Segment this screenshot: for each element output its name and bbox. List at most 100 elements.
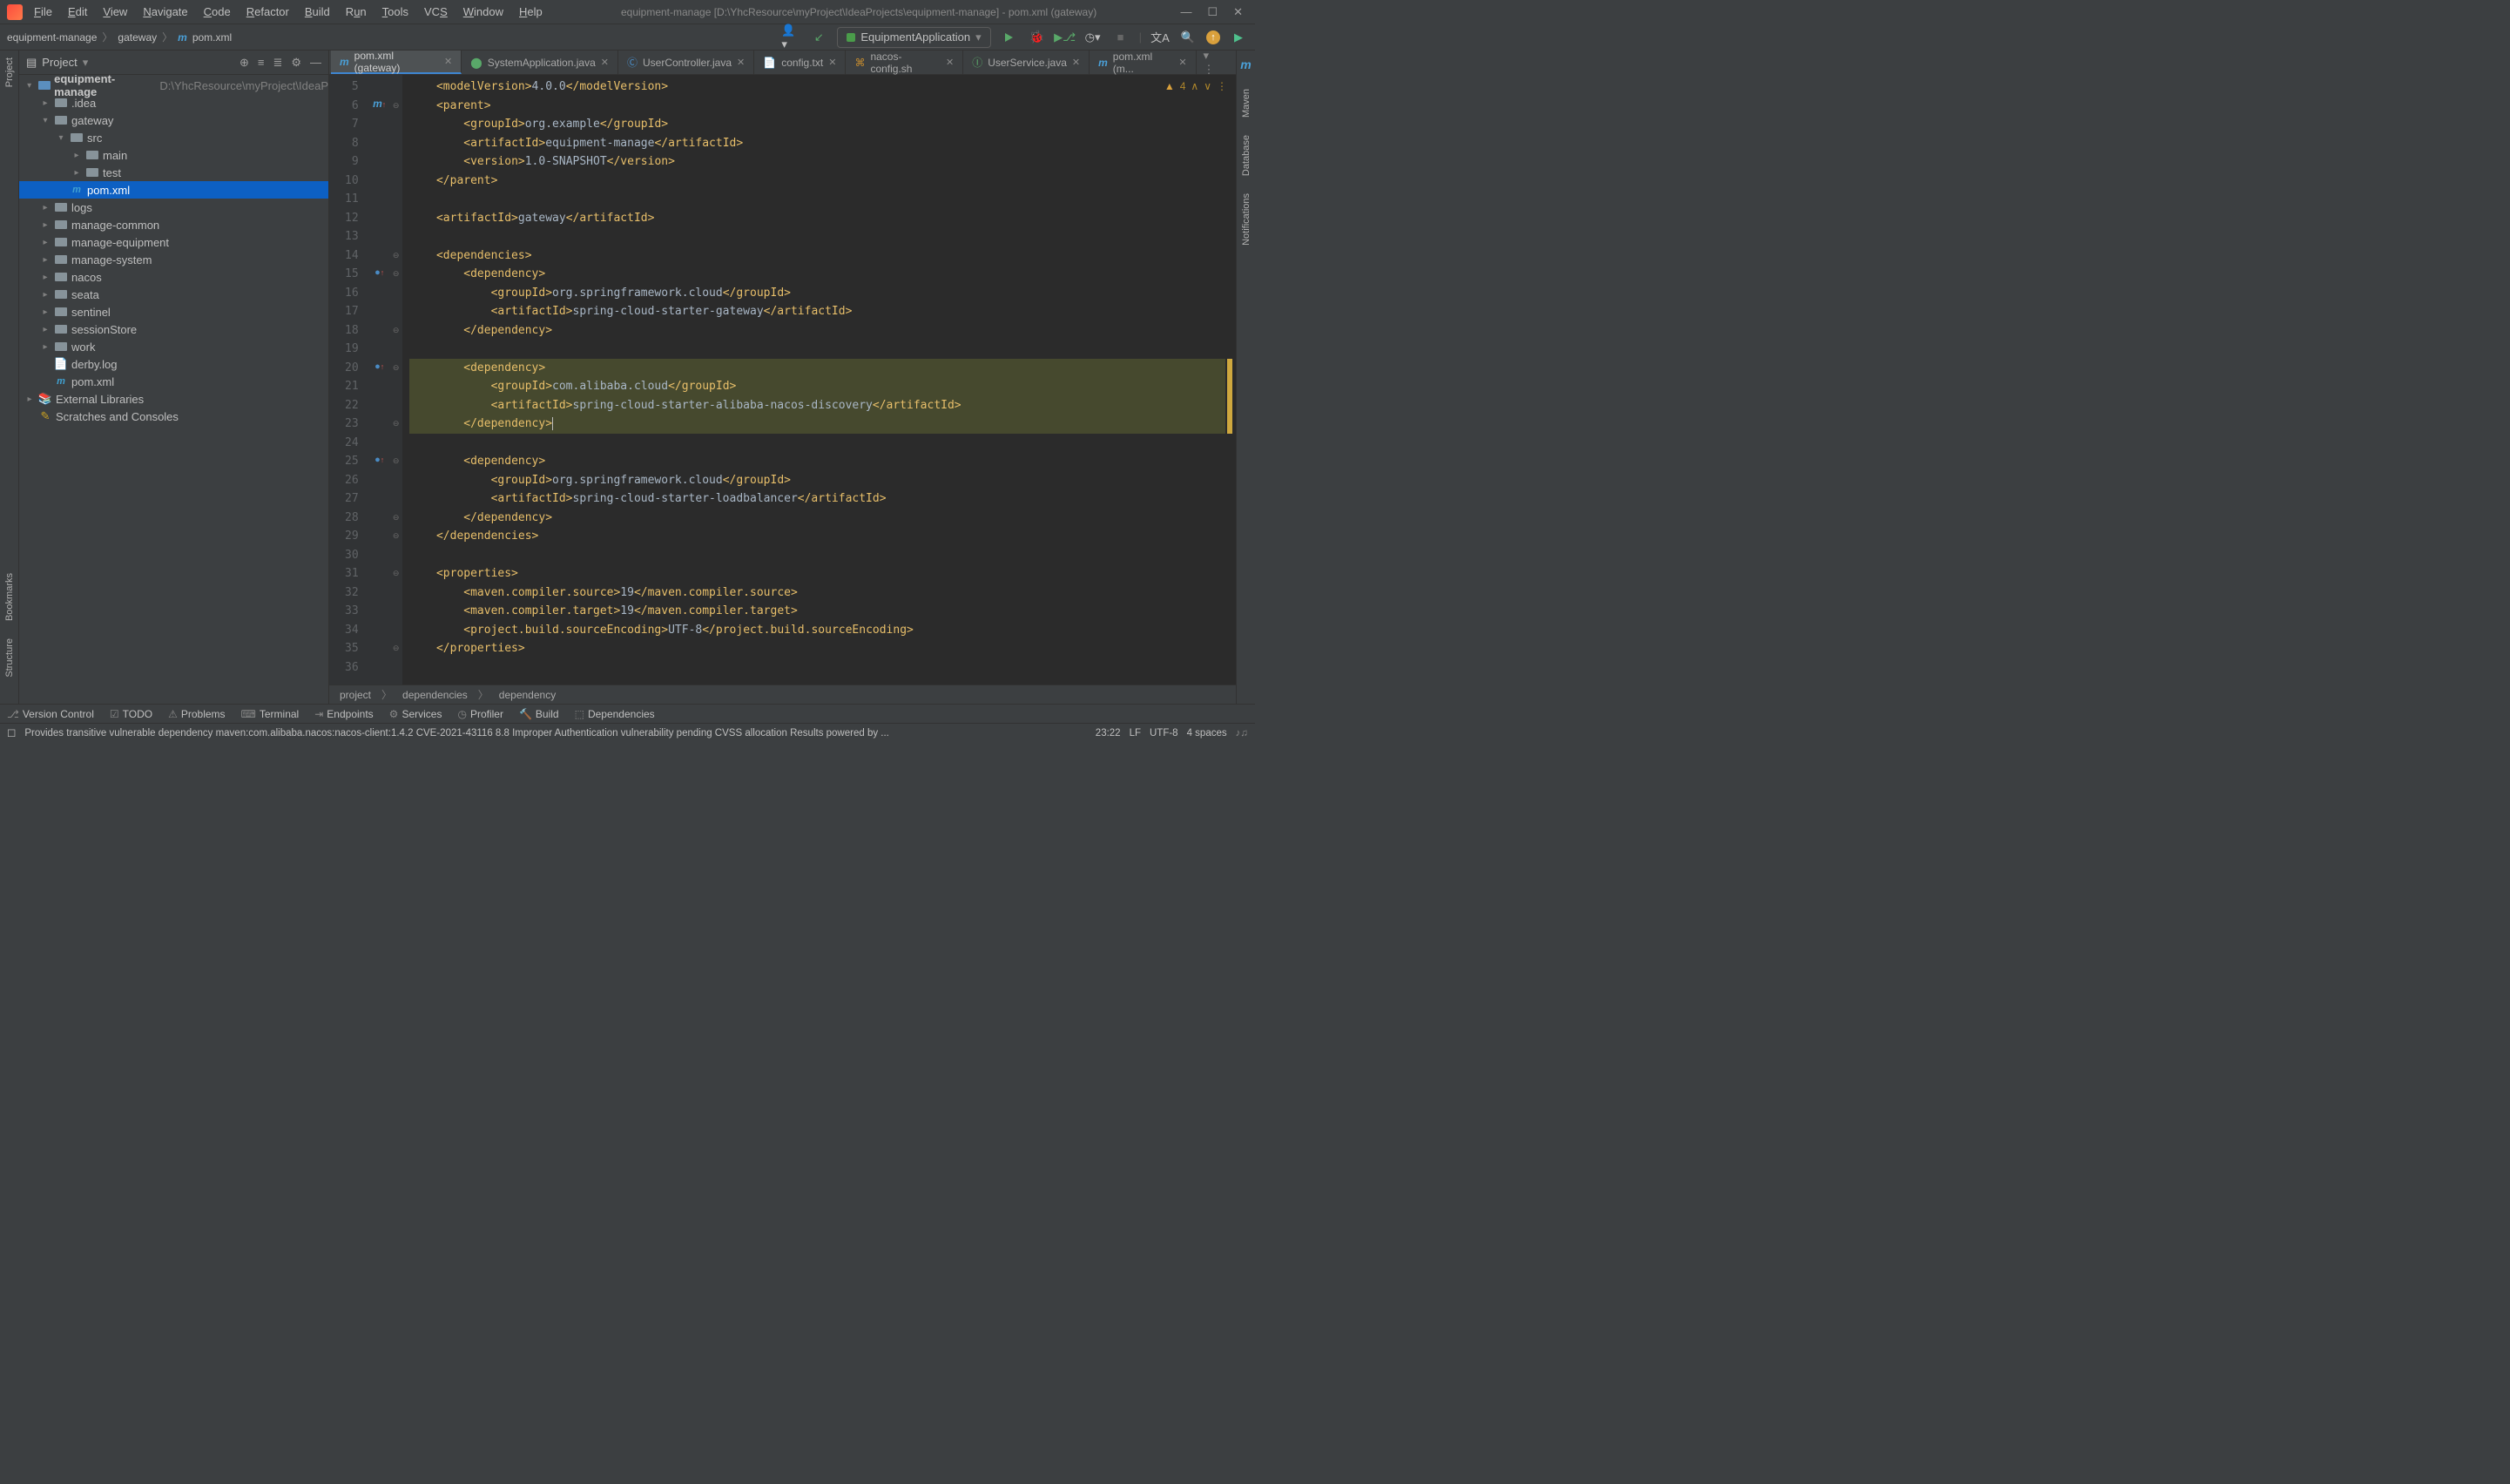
tool-terminal[interactable]: ⌨Terminal: [241, 708, 300, 720]
tree-item-sentinel[interactable]: ▸sentinel: [19, 303, 328, 320]
project-panel-title[interactable]: Project: [42, 56, 77, 69]
translate-icon[interactable]: 文A: [1150, 28, 1170, 47]
tree-item-seata[interactable]: ▸seata: [19, 286, 328, 303]
tab-pom-xml--gateway-[interactable]: mpom.xml (gateway)✕: [331, 51, 462, 74]
user-icon[interactable]: 👤▾: [781, 28, 800, 47]
code-editor[interactable]: <modelVersion>4.0.0</modelVersion> <pare…: [402, 75, 1236, 685]
menu-navigate[interactable]: Navigate: [136, 3, 194, 21]
maximize-button[interactable]: ☐: [1207, 5, 1218, 19]
chevron-down-icon[interactable]: ∨: [1204, 80, 1211, 92]
search-icon[interactable]: 🔍: [1178, 28, 1198, 47]
stop-button[interactable]: ■: [1111, 28, 1130, 47]
breadcrumb-root[interactable]: equipment-manage: [7, 31, 97, 44]
menu-code[interactable]: Code: [197, 3, 238, 21]
tool-version-control[interactable]: ⎇Version Control: [7, 708, 94, 720]
notifications-tool-button[interactable]: Notifications: [1241, 193, 1252, 246]
breadcrumb-module[interactable]: gateway: [118, 31, 157, 44]
status-icon[interactable]: ☐: [7, 727, 16, 739]
tab-systemapplication-java[interactable]: ⬤SystemApplication.java✕: [462, 51, 618, 74]
close-icon[interactable]: ✕: [601, 57, 609, 68]
tab-pom-xml--m---[interactable]: mpom.xml (m...✕: [1090, 51, 1196, 74]
tree-item--idea[interactable]: ▸.idea: [19, 94, 328, 111]
tree-item-logs[interactable]: ▸logs: [19, 199, 328, 216]
tree-item-pom-xml[interactable]: mpom.xml: [19, 373, 328, 390]
select-opened-file-icon[interactable]: ⊕: [240, 56, 249, 70]
tool-problems[interactable]: ⚠Problems: [168, 708, 225, 720]
tree-item-manage-system[interactable]: ▸manage-system: [19, 251, 328, 268]
close-icon[interactable]: ✕: [946, 57, 954, 68]
project-tree[interactable]: ▾equipment-manageD:\YhcResource\myProjec…: [19, 75, 328, 704]
tree-external-libraries[interactable]: ▸📚External Libraries: [19, 390, 328, 408]
close-icon[interactable]: ✕: [1072, 57, 1080, 68]
back-arrow-icon[interactable]: ↙: [809, 28, 828, 47]
editor-breadcrumbs[interactable]: project 〉 dependencies 〉 dependency: [329, 685, 1236, 704]
expand-all-icon[interactable]: ≡: [258, 56, 265, 70]
plugin-icon[interactable]: ▶: [1229, 28, 1248, 47]
menu-tools[interactable]: Tools: [375, 3, 415, 21]
project-tool-button[interactable]: Project: [4, 57, 15, 87]
maven-tool-button[interactable]: Maven: [1241, 89, 1252, 118]
tab-userservice-java[interactable]: ⒾUserService.java✕: [963, 51, 1090, 74]
tool-services[interactable]: ⚙Services: [389, 708, 442, 720]
tool-build[interactable]: 🔨Build: [519, 708, 559, 720]
chevron-up-icon[interactable]: ∧: [1191, 80, 1198, 92]
tabs-overflow[interactable]: ▾ ⋮: [1197, 51, 1236, 74]
database-tool-button[interactable]: Database: [1241, 135, 1252, 176]
minimize-button[interactable]: —: [1180, 5, 1191, 19]
settings-icon[interactable]: ⚙: [291, 56, 301, 70]
close-icon[interactable]: ✕: [444, 56, 452, 67]
tree-item-nacos[interactable]: ▸nacos: [19, 268, 328, 286]
run-button[interactable]: [1000, 28, 1019, 47]
tool-todo[interactable]: ☑TODO: [110, 708, 152, 720]
tree-scratches[interactable]: ✎Scratches and Consoles: [19, 408, 328, 425]
tree-item-pom-xml[interactable]: mpom.xml: [19, 181, 328, 199]
bookmarks-tool-button[interactable]: Bookmarks: [4, 573, 15, 621]
tree-item-gateway[interactable]: ▾gateway: [19, 111, 328, 129]
status-message[interactable]: Provides transitive vulnerable dependenc…: [24, 728, 1086, 739]
status-extra[interactable]: ♪♫: [1236, 728, 1248, 739]
menu-window[interactable]: Window: [456, 3, 510, 21]
menu-build[interactable]: Build: [298, 3, 337, 21]
tree-item-derby-log[interactable]: 📄derby.log: [19, 355, 328, 373]
collapse-all-icon[interactable]: ≣: [273, 56, 282, 70]
tree-root[interactable]: ▾equipment-manageD:\YhcResource\myProjec…: [19, 77, 328, 94]
tree-item-test[interactable]: ▸test: [19, 164, 328, 181]
status-indent[interactable]: 4 spaces: [1187, 728, 1227, 739]
tab-config-txt[interactable]: 📄config.txt✕: [754, 51, 846, 74]
editor-gutter[interactable]: 5678910111213141516171819202122232425262…: [329, 75, 402, 685]
status-line-sep[interactable]: LF: [1130, 728, 1141, 739]
menu-run[interactable]: Run: [339, 3, 374, 21]
close-icon[interactable]: ✕: [737, 57, 745, 68]
tree-item-manage-equipment[interactable]: ▸manage-equipment: [19, 233, 328, 251]
chevron-down-icon[interactable]: ▾: [83, 56, 89, 70]
tab-nacos-config-sh[interactable]: ⌘nacos-config.sh✕: [846, 51, 963, 74]
tool-dependencies[interactable]: ⬚Dependencies: [575, 708, 655, 720]
close-icon[interactable]: ✕: [1178, 57, 1186, 68]
tree-item-sessionStore[interactable]: ▸sessionStore: [19, 320, 328, 338]
menu-vcs[interactable]: VCS: [417, 3, 455, 21]
maven-tool-icon[interactable]: m: [1240, 57, 1251, 71]
tree-item-src[interactable]: ▾src: [19, 129, 328, 146]
ide-updates-icon[interactable]: ↑: [1206, 30, 1220, 44]
breadcrumb-file[interactable]: pom.xml: [192, 31, 232, 44]
tool-profiler[interactable]: ◷Profiler: [457, 708, 503, 720]
menu-file[interactable]: File: [27, 3, 59, 21]
more-icon[interactable]: ⋮: [1217, 80, 1227, 92]
inspection-widget[interactable]: ▲ 4 ∧ ∨ ⋮: [1164, 80, 1227, 92]
status-encoding[interactable]: UTF-8: [1150, 728, 1178, 739]
structure-tool-button[interactable]: Structure: [4, 638, 15, 678]
menu-help[interactable]: Help: [512, 3, 550, 21]
run-configuration[interactable]: EquipmentApplication ▾: [837, 27, 990, 48]
menu-edit[interactable]: Edit: [61, 3, 94, 21]
tree-item-work[interactable]: ▸work: [19, 338, 328, 355]
run-coverage-button[interactable]: ▶⎇: [1056, 28, 1075, 47]
breadcrumb[interactable]: equipment-manage 〉 gateway 〉 m pom.xml: [7, 30, 232, 44]
tab-usercontroller-java[interactable]: ⒸUserController.java✕: [618, 51, 754, 74]
tree-item-main[interactable]: ▸main: [19, 146, 328, 164]
tree-item-manage-common[interactable]: ▸manage-common: [19, 216, 328, 233]
debug-button[interactable]: 🐞: [1028, 28, 1047, 47]
menu-view[interactable]: View: [96, 3, 134, 21]
profile-button[interactable]: ◷▾: [1083, 28, 1103, 47]
tool-endpoints[interactable]: ⇥Endpoints: [314, 708, 373, 720]
close-icon[interactable]: ✕: [828, 57, 836, 68]
